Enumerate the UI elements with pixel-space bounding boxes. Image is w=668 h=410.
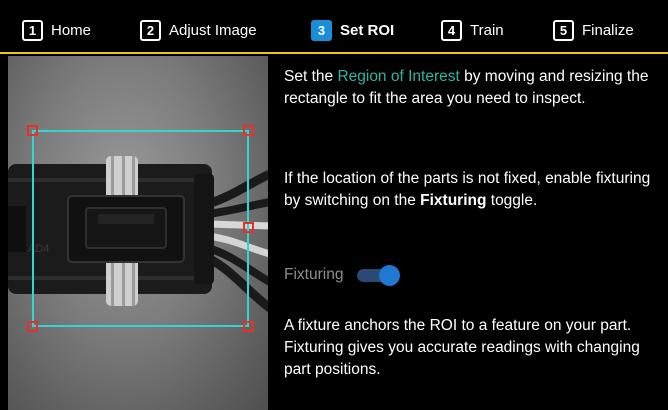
step-label: Home: [51, 21, 92, 39]
toggle-knob: [379, 265, 401, 286]
fixturing-toggle[interactable]: [355, 264, 401, 286]
region-of-interest-link[interactable]: Region of Interest: [337, 68, 459, 85]
step-label: Adjust Image: [169, 21, 257, 39]
roi-handle-bottom-left[interactable]: [27, 321, 38, 332]
roi-handle-right[interactable]: [243, 222, 254, 233]
wizard-step-bar: 1 Home 2 Adjust Image 3 Set ROI 4 Train …: [0, 0, 668, 54]
roi-handle-bottom-right[interactable]: [243, 321, 254, 332]
roi-rectangle[interactable]: [27, 125, 254, 332]
step-set-roi[interactable]: 3 Set ROI: [311, 18, 394, 42]
step-number-badge: 1: [22, 19, 43, 41]
instruction-fixture-explanation: A fixture anchors the ROI to a feature o…: [284, 317, 640, 378]
step-train[interactable]: 4 Train: [441, 18, 504, 42]
step-number-badge: 4: [441, 19, 462, 41]
roi-handle-top-left[interactable]: [27, 125, 38, 136]
step-label: Set ROI: [340, 21, 395, 39]
step-number-badge: 2: [140, 19, 161, 41]
step-finalize[interactable]: 5 Finalize: [553, 18, 634, 42]
roi-handle-top-right[interactable]: [243, 125, 254, 136]
step-adjust-image[interactable]: 2 Adjust Image: [140, 18, 257, 42]
step-label: Train: [470, 21, 504, 39]
instruction-fixturing: If the location of the parts is not fixe…: [284, 170, 651, 209]
step-label: Finalize: [582, 21, 634, 39]
step-home[interactable]: 1 Home: [22, 18, 91, 42]
instruction-set-roi: Set the Region of Interest by moving and…: [284, 68, 649, 107]
fixturing-row: Fixturing: [284, 263, 401, 287]
camera-image-panel: AD4: [8, 56, 268, 410]
step-number-badge: 3: [311, 19, 332, 41]
step-number-badge: 5: [553, 19, 574, 41]
fixturing-label: Fixturing: [284, 266, 344, 283]
